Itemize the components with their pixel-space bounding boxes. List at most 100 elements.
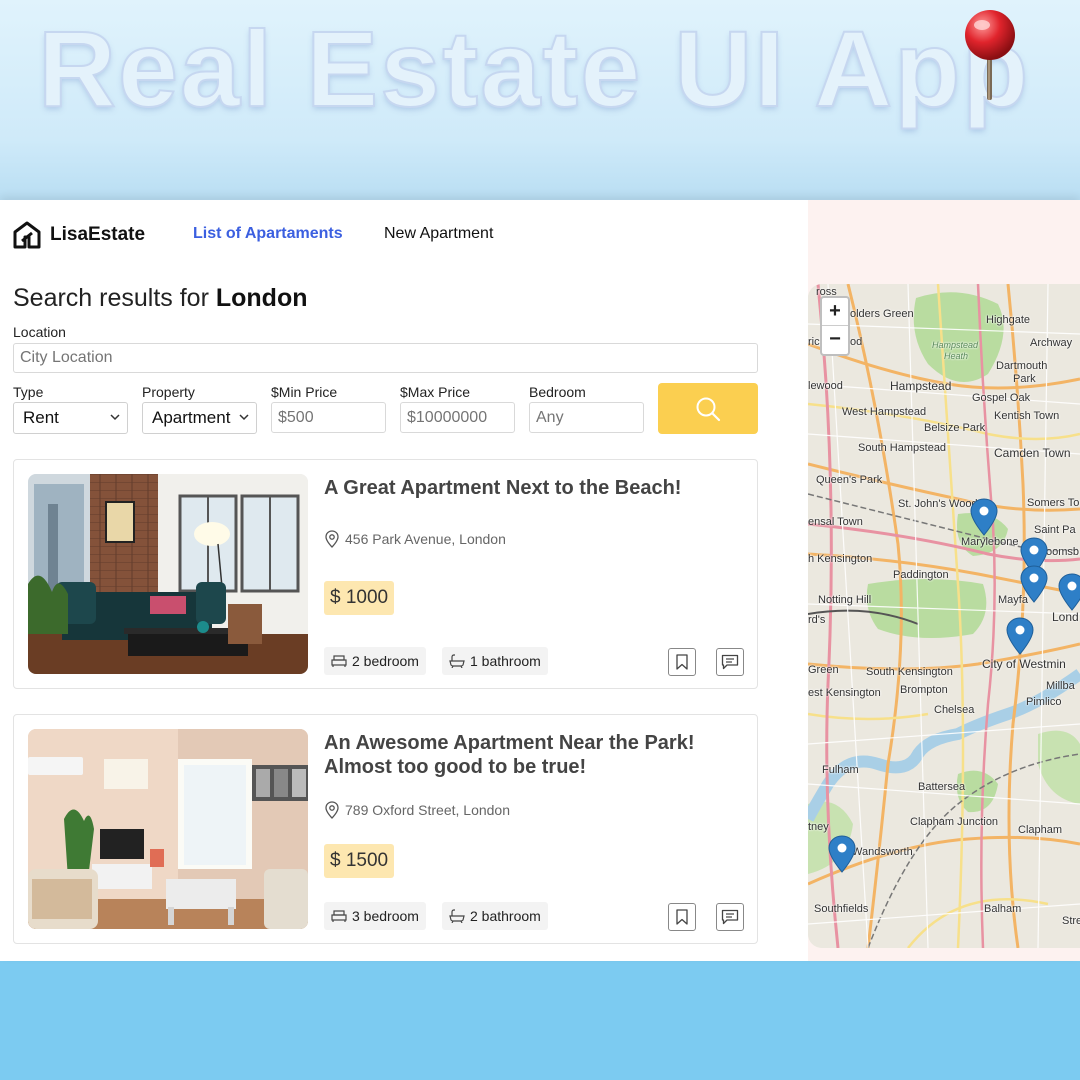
bedroom-count: 3 bedroom bbox=[324, 902, 426, 930]
bathtub-icon bbox=[449, 654, 465, 668]
type-select[interactable]: Rent bbox=[13, 402, 128, 434]
bedroom-count: 2 bedroom bbox=[324, 647, 426, 675]
map-label: Mayfa bbox=[998, 594, 1028, 606]
chat-icon bbox=[721, 909, 739, 925]
bathroom-count: 2 bathroom bbox=[442, 902, 548, 930]
search-button[interactable] bbox=[658, 383, 758, 434]
property-select[interactable]: Apartment bbox=[142, 402, 257, 434]
bedroom-count-text: 2 bedroom bbox=[352, 653, 419, 669]
location-label: Location bbox=[13, 324, 66, 340]
map-label: rd's bbox=[808, 614, 826, 626]
bookmark-button[interactable] bbox=[668, 648, 696, 676]
brand-logo[interactable]: LisaEstate bbox=[12, 220, 145, 250]
search-icon bbox=[696, 397, 721, 421]
map-label: Clapham bbox=[1018, 824, 1063, 836]
bookmark-icon bbox=[676, 654, 688, 670]
message-button[interactable] bbox=[716, 648, 744, 676]
bed-icon bbox=[331, 655, 347, 667]
map-label: Camden Town bbox=[994, 446, 1071, 460]
nav-list-apartments[interactable]: List of Apartaments bbox=[193, 225, 343, 243]
map-label: Heath bbox=[944, 351, 969, 361]
map-label: Archway bbox=[1030, 337, 1073, 349]
map-label: Green bbox=[808, 664, 839, 676]
map-label: lewood bbox=[808, 380, 843, 392]
location-input[interactable] bbox=[13, 343, 758, 373]
search-title-prefix: Search results for bbox=[13, 284, 216, 312]
app-window: LisaEstate List of Apartaments New Apart… bbox=[0, 200, 1080, 961]
chat-icon bbox=[721, 654, 739, 670]
map-label: Kentish Town bbox=[994, 410, 1060, 422]
bed-icon bbox=[331, 910, 347, 922]
map-label: Gospel Oak bbox=[972, 392, 1031, 404]
map-label: Pimlico bbox=[1026, 696, 1062, 708]
bathroom-count-text: 1 bathroom bbox=[470, 653, 541, 669]
map-label: City of Westmin bbox=[982, 657, 1066, 671]
listing-card[interactable]: A Great Apartment Next to the Beach! 456… bbox=[13, 459, 758, 689]
map-label: Hampstead bbox=[932, 340, 979, 350]
map-view[interactable]: + − ross olders Green Highgate ricl od H… bbox=[808, 284, 1080, 948]
map-label: Chelsea bbox=[934, 704, 975, 716]
bookmark-icon bbox=[676, 909, 688, 925]
map-label: Battersea bbox=[918, 781, 966, 793]
apartment-photo[interactable] bbox=[28, 729, 308, 929]
map-label: Balham bbox=[984, 903, 1022, 915]
property-select-value: Apartment bbox=[152, 408, 231, 427]
apartment-photo[interactable] bbox=[28, 474, 308, 674]
map-label: Clapham Junction bbox=[910, 816, 999, 828]
zoom-in-button[interactable]: + bbox=[822, 298, 848, 326]
map-label: Belsize Park bbox=[924, 422, 986, 434]
listing-panel: LisaEstate List of Apartaments New Apart… bbox=[0, 200, 808, 961]
listing-price: $ 1500 bbox=[324, 844, 395, 878]
listing-address-text: 789 Oxford Street, London bbox=[345, 802, 510, 818]
listing-card[interactable]: An Awesome Apartment Near the Park! Almo… bbox=[13, 714, 758, 944]
map-label: oomsb bbox=[1046, 546, 1080, 558]
min-price-label: $Min Price bbox=[271, 384, 338, 400]
chevron-down-icon bbox=[239, 414, 249, 421]
location-pin-icon bbox=[325, 530, 339, 548]
map-label: ensal Town bbox=[808, 516, 863, 528]
search-results-title: Search results for London bbox=[13, 284, 308, 313]
map-label: Hampstead bbox=[890, 379, 952, 393]
listing-price: $ 1000 bbox=[324, 581, 395, 615]
map-zoom-control: + − bbox=[820, 296, 850, 356]
type-label: Type bbox=[13, 384, 44, 400]
message-button[interactable] bbox=[716, 903, 744, 931]
max-price-label: $Max Price bbox=[400, 384, 471, 400]
map-label: Marylebone bbox=[961, 536, 1019, 548]
hero-title: Real Estate UI App bbox=[37, 7, 1031, 130]
bookmark-button[interactable] bbox=[668, 903, 696, 931]
map-label: Highgate bbox=[986, 314, 1031, 326]
chevron-down-icon bbox=[110, 414, 120, 421]
hero-banner: Real Estate UI App bbox=[0, 0, 1080, 200]
map-panel: + − ross olders Green Highgate ricl od H… bbox=[808, 200, 1080, 961]
map-label: South Kensington bbox=[866, 666, 953, 678]
type-select-value: Rent bbox=[23, 408, 59, 427]
bedroom-count-text: 3 bedroom bbox=[352, 908, 419, 924]
listing-address-text: 456 Park Avenue, London bbox=[345, 531, 506, 547]
map-label: od bbox=[850, 336, 863, 348]
bathtub-icon bbox=[449, 909, 465, 923]
map-label: Paddington bbox=[893, 569, 949, 581]
nav-new-apartment[interactable]: New Apartment bbox=[384, 225, 493, 243]
max-price-input[interactable] bbox=[400, 402, 515, 433]
map-label: Stre bbox=[1062, 915, 1080, 927]
bathroom-count: 1 bathroom bbox=[442, 647, 548, 675]
property-label: Property bbox=[142, 384, 195, 400]
map-label: West Hampstead bbox=[842, 406, 927, 418]
zoom-out-button[interactable]: − bbox=[822, 326, 848, 354]
map-label: Park bbox=[1013, 373, 1036, 385]
min-price-input[interactable] bbox=[271, 402, 386, 433]
map-label: olders Green bbox=[850, 308, 914, 320]
map-label: Southfields bbox=[814, 903, 869, 915]
map-label: St. John's Wood bbox=[898, 498, 978, 510]
map-label: Millba bbox=[1046, 680, 1075, 692]
search-title-city: London bbox=[215, 284, 308, 312]
brand-name: LisaEstate bbox=[50, 224, 146, 245]
map-label: Wandsworth bbox=[852, 846, 913, 858]
map-label: Brompton bbox=[900, 684, 948, 696]
listing-title[interactable]: An Awesome Apartment Near the Park! Almo… bbox=[324, 731, 744, 779]
map-label: Saint Pa bbox=[1034, 524, 1076, 536]
map-label: Fulham bbox=[822, 764, 859, 776]
bedroom-input[interactable] bbox=[529, 402, 644, 433]
listing-title[interactable]: A Great Apartment Next to the Beach! bbox=[324, 476, 744, 500]
